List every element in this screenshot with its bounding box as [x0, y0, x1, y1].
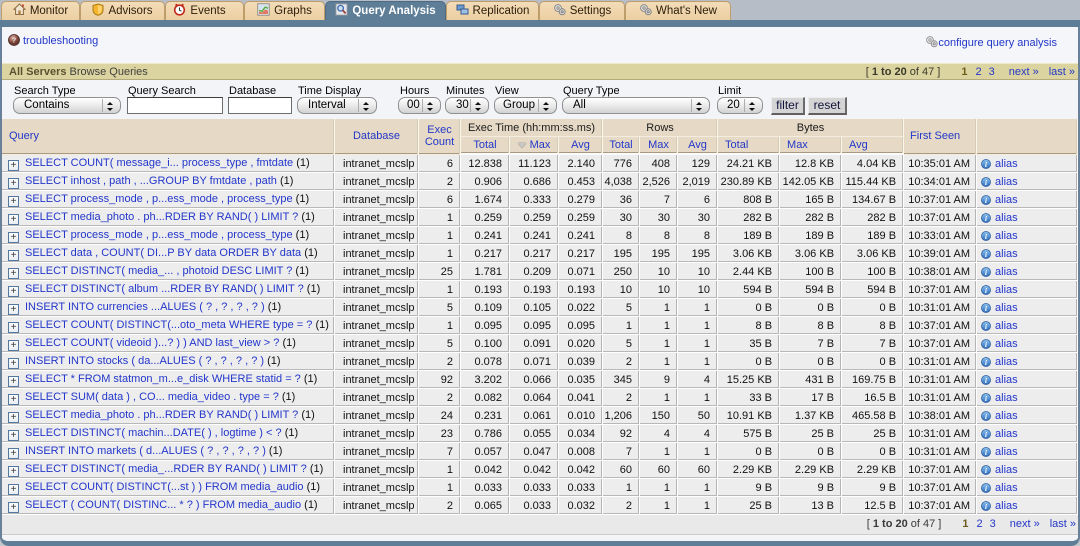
svg-text:?: ?	[12, 36, 17, 45]
